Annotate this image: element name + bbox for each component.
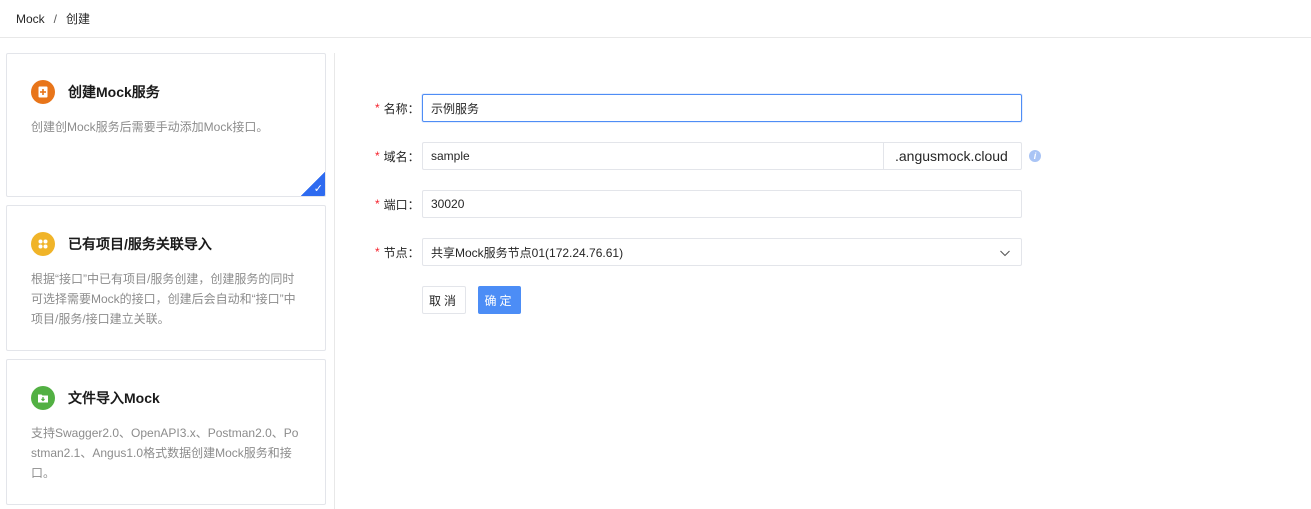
- node-label: * 节点：: [375, 238, 420, 266]
- create-mock-form: * 名称： 示例服务 * 域名： sample .angusmock.cloud…: [335, 53, 1311, 509]
- required-mark: *: [375, 149, 380, 163]
- domain-input-value: sample: [431, 149, 470, 163]
- card-description-line: 根据“接口”中已有项目/服务创建，创建服务的同时: [31, 272, 295, 286]
- card-title: 已有项目/服务关联导入: [68, 236, 212, 252]
- chevron-down-icon: [999, 247, 1011, 262]
- port-input-value: 30020: [431, 197, 465, 211]
- file-import-mock-card[interactable]: 文件导入Mock 支持Swagger2.0、OpenAPI3.x、Postman…: [6, 359, 326, 505]
- cancel-button[interactable]: 取消: [422, 286, 466, 314]
- card-description-line: 支持Swagger2.0、OpenAPI3.x、Postman2.0、Po: [31, 426, 299, 440]
- port-label: * 端口：: [375, 190, 420, 218]
- card-title: 创建Mock服务: [68, 84, 160, 100]
- check-icon: ✓: [313, 183, 323, 195]
- name-input[interactable]: 示例服务: [422, 94, 1022, 122]
- apps-icon: [31, 232, 55, 256]
- card-description-line: stman2.1、Angus1.0格式数据创建Mock服务和接: [31, 446, 292, 460]
- import-from-project-card[interactable]: 已有项目/服务关联导入 根据“接口”中已有项目/服务创建，创建服务的同时 可选择…: [6, 205, 326, 351]
- node-form-item: * 节点： 共享Mock服务节点01(172.24.76.61): [335, 238, 1311, 266]
- required-mark: *: [375, 101, 380, 115]
- domain-label: * 域名：: [375, 142, 420, 170]
- card-description: 创建创Mock服务后需要手动添加Mock接口。: [31, 117, 301, 137]
- name-label-text: 名称：: [383, 101, 420, 116]
- card-description-line: 项目/服务/接口建立关联。: [31, 312, 170, 326]
- confirm-button[interactable]: 确定: [478, 286, 521, 314]
- domain-suffix: .angusmock.cloud: [895, 148, 1008, 164]
- domain-label-text: 域名：: [383, 149, 420, 164]
- breadcrumb-root-link[interactable]: Mock: [16, 12, 45, 26]
- card-title: 文件导入Mock: [68, 390, 160, 406]
- breadcrumb-current: 创建: [66, 12, 91, 26]
- card-description-line: 口。: [31, 466, 56, 480]
- card-description-line: 可选择需要Mock的接口，创建后会自动和“接口”中: [31, 292, 296, 306]
- port-label-text: 端口：: [383, 197, 420, 212]
- domain-input[interactable]: sample: [422, 142, 884, 170]
- card-description-line: 创建创Mock服务后需要手动添加Mock接口。: [31, 120, 269, 134]
- create-mock-service-card[interactable]: 创建Mock服务 创建创Mock服务后需要手动添加Mock接口。 ✓: [6, 53, 326, 197]
- node-select[interactable]: 共享Mock服务节点01(172.24.76.61): [422, 238, 1022, 266]
- file-import-icon: [31, 386, 55, 410]
- card-description: 根据“接口”中已有项目/服务创建，创建服务的同时 可选择需要Mock的接口，创建…: [31, 269, 301, 329]
- card-description: 支持Swagger2.0、OpenAPI3.x、Postman2.0、Po st…: [31, 423, 301, 483]
- node-select-value: 共享Mock服务节点01(172.24.76.61): [431, 245, 624, 260]
- port-form-item: * 端口： 30020: [335, 190, 1311, 218]
- domain-suffix-addon: .angusmock.cloud: [883, 142, 1022, 170]
- name-label: * 名称：: [375, 94, 420, 122]
- breadcrumb-separator: /: [53, 11, 58, 26]
- domain-form-item: * 域名： sample .angusmock.cloud i: [335, 142, 1311, 170]
- required-mark: *: [375, 197, 380, 211]
- required-mark: *: [375, 245, 380, 259]
- plus-file-icon: [31, 80, 55, 104]
- form-actions: 取消 确定: [335, 286, 1311, 314]
- name-input-value: 示例服务: [431, 101, 480, 116]
- port-input[interactable]: 30020: [422, 190, 1022, 218]
- name-form-item: * 名称： 示例服务: [335, 94, 1311, 122]
- node-label-text: 节点：: [383, 245, 420, 260]
- breadcrumb: Mock / 创建: [0, 0, 1311, 38]
- info-icon[interactable]: i: [1029, 150, 1041, 162]
